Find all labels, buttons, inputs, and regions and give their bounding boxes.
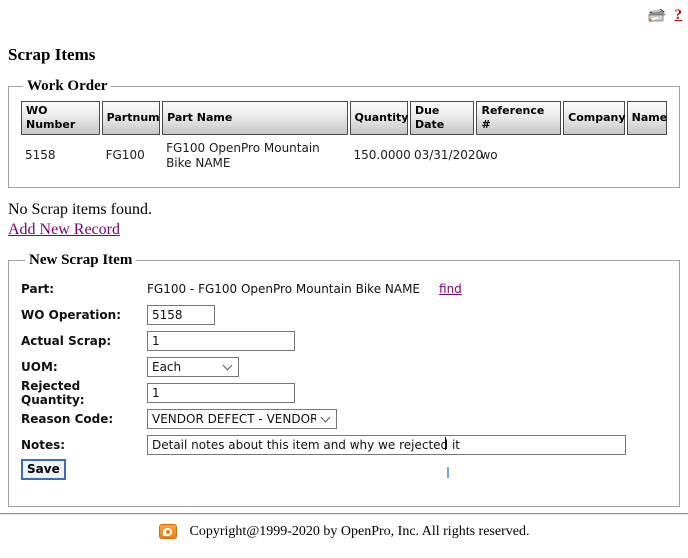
column-header-reference[interactable]: Reference # (476, 101, 561, 135)
uom-select[interactable]: Each (147, 357, 239, 377)
work-order-legend: Work Order (23, 78, 111, 95)
add-new-record-link[interactable]: Add New Record (8, 221, 120, 239)
actual-scrap-input[interactable] (147, 331, 295, 351)
notes-text-caret (445, 437, 446, 450)
column-header-partnum[interactable]: Partnum (102, 101, 160, 135)
cell-company (563, 137, 624, 175)
notes-input[interactable] (147, 435, 626, 455)
new-scrap-item-fieldset: New Scrap Item Part: FG100 - FG100 OpenP… (8, 252, 680, 507)
wo-operation-input[interactable] (147, 305, 215, 325)
cell-due-date: 03/31/2020 (410, 137, 475, 175)
no-scrap-items-message: No Scrap items found. (8, 201, 688, 219)
column-header-part-name[interactable]: Part Name (162, 101, 347, 135)
print-icon[interactable] (645, 6, 667, 25)
footer: Copyright@1999-2020 by OpenPro, Inc. All… (0, 524, 688, 540)
reason-code-select[interactable]: VENDOR DEFECT - VENDOR (147, 409, 337, 429)
save-button[interactable]: Save (21, 459, 66, 480)
rejected-quantity-label: Rejected Quantity: (21, 379, 147, 407)
cell-quantity: 150.0000 (350, 137, 408, 175)
table-header-row: WO Number Partnum Part Name Quantity Due… (21, 101, 667, 135)
work-order-fieldset: Work Order WO Number Partnum Part Name Q… (8, 78, 680, 188)
cell-name (627, 137, 667, 175)
part-row: Part: FG100 - FG100 OpenPro Mountain Bik… (21, 279, 667, 299)
page-title: Scrap Items (8, 45, 688, 65)
reason-code-row: Reason Code: VENDOR DEFECT - VENDOR (21, 409, 667, 429)
uom-select-wrap: Each (147, 356, 239, 377)
notes-row: Notes: (21, 435, 667, 455)
copyright-text: Copyright@1999-2020 by OpenPro, Inc. All… (190, 524, 530, 540)
column-header-name[interactable]: Name (627, 101, 667, 135)
actual-scrap-row: Actual Scrap: (21, 331, 667, 351)
part-label: Part: (21, 282, 147, 296)
part-value: FG100 - FG100 OpenPro Mountain Bike NAME (147, 282, 420, 296)
column-header-wo-number[interactable]: WO Number (21, 101, 100, 135)
column-header-quantity[interactable]: Quantity (350, 101, 408, 135)
rejected-quantity-row: Rejected Quantity: (21, 383, 667, 403)
openpro-logo-icon (159, 524, 177, 539)
help-link[interactable]: ? (675, 7, 683, 24)
find-link[interactable]: find (439, 282, 462, 296)
cell-partnum: FG100 (102, 137, 160, 175)
cell-wo-number: 5158 (21, 137, 100, 175)
cell-reference: wo (476, 137, 561, 175)
uom-label: UOM: (21, 360, 147, 374)
footer-divider (0, 513, 688, 515)
cell-part-name: FG100 OpenPro Mountain Bike NAME (162, 137, 347, 175)
top-icon-bar: ? (0, 0, 688, 24)
wo-operation-row: WO Operation: (21, 305, 667, 325)
wo-operation-label: WO Operation: (21, 308, 147, 322)
column-header-due-date[interactable]: Due Date (410, 101, 475, 135)
reason-code-select-wrap: VENDOR DEFECT - VENDOR (147, 408, 337, 429)
rejected-quantity-input[interactable] (147, 383, 295, 403)
column-header-company[interactable]: Company (563, 101, 624, 135)
actual-scrap-label: Actual Scrap: (21, 334, 147, 348)
uom-row: UOM: Each (21, 357, 667, 377)
new-scrap-item-legend: New Scrap Item (25, 252, 136, 269)
reason-code-label: Reason Code: (21, 412, 147, 426)
notes-label: Notes: (21, 438, 147, 452)
work-order-table: WO Number Partnum Part Name Quantity Due… (19, 99, 669, 177)
table-row: 5158 FG100 FG100 OpenPro Mountain Bike N… (21, 137, 667, 175)
stray-caret-artifact (447, 467, 449, 478)
